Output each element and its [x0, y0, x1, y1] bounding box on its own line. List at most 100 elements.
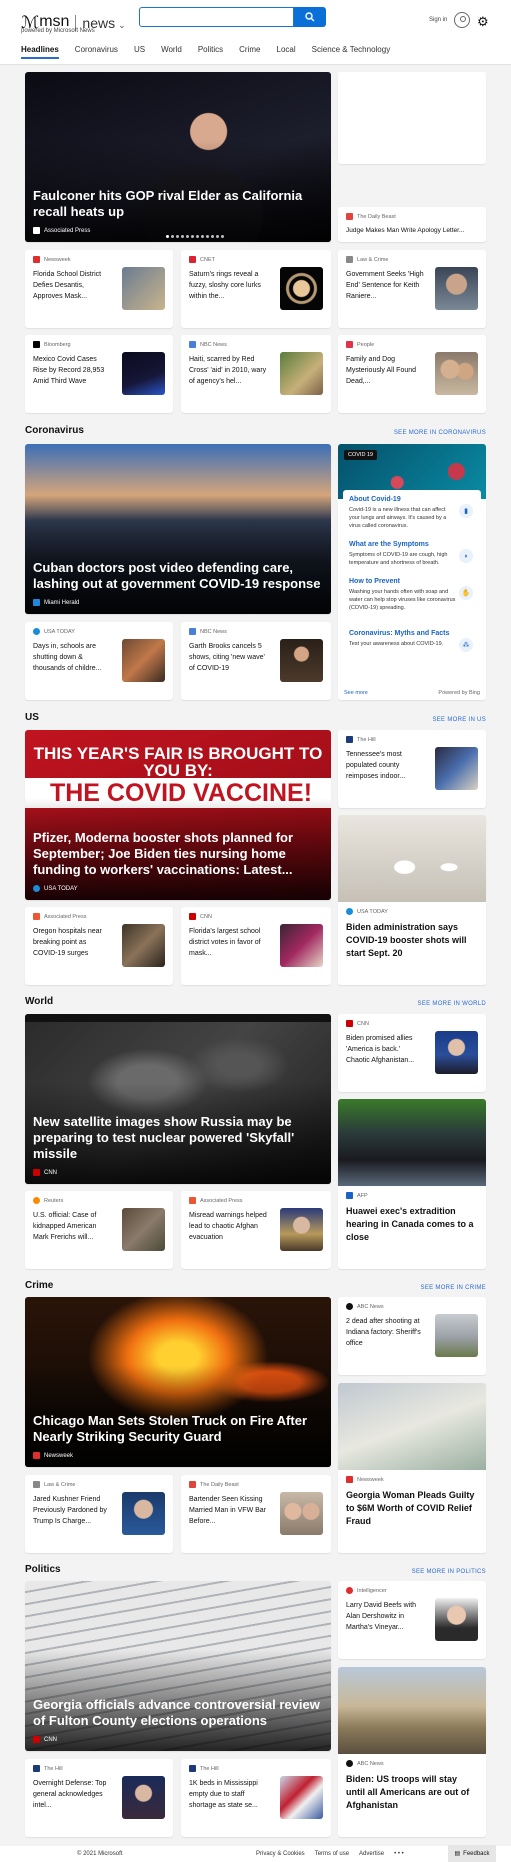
tab-us[interactable]: US	[134, 45, 145, 59]
story-title[interactable]: Larry David Beefs with Alan Dershowitz i…	[346, 1600, 424, 1633]
story-card[interactable]: Associated Press Oregon hospitals near b…	[25, 907, 173, 985]
story-title[interactable]: Saturn's rings reveal a fuzzy, sloshy co…	[189, 269, 267, 302]
story-title[interactable]: Biden: US troops will stay until all Ame…	[346, 1773, 478, 1812]
see-more-link[interactable]: SEE MORE IN CORONAVIRUS	[394, 430, 486, 436]
story-card-large[interactable]: Newsweek Georgia Woman Pleads Guilty to …	[338, 1383, 486, 1553]
story-title[interactable]: Mexico Covid Cases Rise by Record 28,953…	[33, 354, 111, 387]
story-title[interactable]: Judge Makes Man Write Apology Letter...	[346, 225, 480, 236]
story-title[interactable]: Haiti, scarred by Red Cross' 'aid' in 20…	[189, 354, 267, 387]
story-title[interactable]: Florida School District Defies Desantis,…	[33, 269, 111, 302]
hero-card[interactable]: Faulconer hits GOP rival Elder as Califo…	[25, 72, 331, 242]
story-source: CNET	[200, 256, 215, 263]
covid-item-prevent[interactable]: How to Prevent Washing your hands often …	[349, 578, 475, 612]
story-card[interactable]: The Hill 1K beds in Mississippi empty du…	[181, 1759, 331, 1837]
story-card-large[interactable]: ABC News Biden: US troops will stay unti…	[338, 1667, 486, 1837]
story-title[interactable]: Days in, schools are shutting down & tho…	[33, 641, 111, 674]
hero-title[interactable]: Pfizer, Moderna booster shots planned fo…	[33, 830, 323, 878]
story-card[interactable]: The Daily Beast Bartender Seen Kissing M…	[181, 1475, 331, 1553]
story-card[interactable]: NBC News Garth Brooks cancels 5 shows, c…	[181, 622, 331, 700]
story-card[interactable]: Newsweek Florida School District Defies …	[25, 250, 173, 328]
story-title[interactable]: Jared Kushner Friend Previously Pardoned…	[33, 1494, 111, 1527]
story-card[interactable]: CNN Biden promised allies 'America is ba…	[338, 1014, 486, 1092]
tab-politics[interactable]: Politics	[198, 45, 223, 59]
see-more-link[interactable]: SEE MORE IN WORLD	[418, 1001, 486, 1007]
story-card[interactable]: People Family and Dog Mysteriously All F…	[338, 335, 486, 413]
hero-title[interactable]: Georgia officials advance controversial …	[33, 1697, 323, 1729]
carousel-dots[interactable]	[166, 235, 226, 238]
footer-link-terms[interactable]: Terms of use	[315, 1851, 349, 1857]
story-card[interactable]: The Hill Tennessee's most populated coun…	[338, 730, 486, 808]
hero-card[interactable]: Georgia officials advance controversial …	[25, 1581, 331, 1751]
story-card[interactable]: Intelligencer Larry David Beefs with Ala…	[338, 1581, 486, 1659]
hero-card[interactable]: THIS YEAR'S FAIR IS BROUGHT TO YOU BY: T…	[25, 730, 331, 900]
story-card-large[interactable]: AFP Huawei exec's extradition hearing in…	[338, 1099, 486, 1269]
story-title[interactable]: 1K beds in Mississippi empty due to staf…	[189, 1778, 267, 1811]
footer-more-menu[interactable]: • • •	[394, 1851, 404, 1857]
story-title[interactable]: Biden administration says COVID-19 boost…	[346, 921, 478, 960]
story-title[interactable]: Bartender Seen Kissing Married Man in VF…	[189, 1494, 267, 1527]
see-more-link[interactable]: SEE MORE IN POLITICS	[412, 1569, 486, 1575]
story-card[interactable]: NBC News Haiti, scarred by Red Cross' 'a…	[181, 335, 331, 413]
story-title[interactable]: Tennessee's most populated county reimpo…	[346, 749, 424, 782]
hero-title[interactable]: Cuban doctors post video defending care,…	[33, 560, 323, 592]
story-title[interactable]: Oregon hospitals near breaking point as …	[33, 926, 111, 959]
feedback-button[interactable]: ▤ Feedback	[448, 1845, 496, 1862]
story-card[interactable]: Reuters U.S. official: Case of kidnapped…	[25, 1191, 173, 1269]
covid-item-myths[interactable]: Coronavirus: Myths and Facts Test your a…	[349, 630, 475, 652]
story-card[interactable]: Associated Press Misread warnings helped…	[181, 1191, 331, 1269]
story-card[interactable]: CNN Florida's largest school district vo…	[181, 907, 331, 985]
story-card[interactable]: The Hill Overnight Defense: Top general …	[25, 1759, 173, 1837]
tab-world[interactable]: World	[161, 45, 182, 59]
chevron-down-icon[interactable]: ⌄	[118, 20, 126, 31]
story-thumbnail	[280, 924, 323, 967]
tab-local[interactable]: Local	[277, 45, 296, 59]
covid-item-about[interactable]: About Covid-19 Covid-19 is a new illness…	[349, 496, 475, 530]
story-card[interactable]: Bloomberg Mexico Covid Cases Rise by Rec…	[25, 335, 173, 413]
hero-source: Miami Herald	[44, 599, 80, 606]
hero-title[interactable]: New satellite images show Russia may be …	[33, 1114, 323, 1162]
tab-crime[interactable]: Crime	[239, 45, 260, 59]
story-card-large[interactable]: USA TODAY Biden administration says COVI…	[338, 815, 486, 985]
story-card[interactable]: Law & Crime Government Seeks 'High End' …	[338, 250, 486, 328]
story-card[interactable]: Law & Crime Jared Kushner Friend Previou…	[25, 1475, 173, 1553]
hero-title[interactable]: Chicago Man Sets Stolen Truck on Fire Af…	[33, 1413, 323, 1445]
search-button[interactable]	[294, 7, 326, 27]
side-story-card[interactable]: The Daily Beast Judge Makes Man Write Ap…	[338, 207, 486, 242]
tab-headlines[interactable]: Headlines	[21, 45, 59, 59]
story-card[interactable]: CNET Saturn's rings reveal a fuzzy, slos…	[181, 250, 331, 328]
hero-title[interactable]: Faulconer hits GOP rival Elder as Califo…	[33, 188, 323, 220]
gear-icon[interactable]: ⚙	[477, 14, 489, 30]
hero-card[interactable]: Chicago Man Sets Stolen Truck on Fire Af…	[25, 1297, 331, 1467]
story-title[interactable]: Huawei exec's extradition hearing in Can…	[346, 1205, 478, 1244]
sign-in-link[interactable]: Sign in	[429, 17, 447, 23]
tab-coronavirus[interactable]: Coronavirus	[75, 45, 118, 59]
see-more-link[interactable]: SEE MORE IN US	[432, 717, 486, 723]
story-card[interactable]: USA TODAY Days in, schools are shutting …	[25, 622, 173, 700]
covid-see-more-link[interactable]: See more	[344, 690, 368, 696]
story-title[interactable]: Georgia Woman Pleads Guilty to $6M Worth…	[346, 1489, 478, 1528]
covid-item-heading: What are the Symptoms	[349, 541, 429, 548]
story-title[interactable]: Garth Brooks cancels 5 shows, citing 'ne…	[189, 641, 267, 674]
story-title[interactable]: U.S. official: Case of kidnapped America…	[33, 1210, 111, 1243]
story-source: People	[357, 341, 375, 348]
story-title[interactable]: Government Seeks 'High End' Sentence for…	[346, 269, 424, 302]
hero-card[interactable]: Cuban doctors post video defending care,…	[25, 444, 331, 614]
see-more-link[interactable]: SEE MORE IN CRIME	[421, 1285, 486, 1291]
story-source: AFP	[357, 1192, 368, 1199]
avatar-icon[interactable]	[454, 12, 470, 28]
tab-science[interactable]: Science & Technology	[312, 45, 391, 59]
footer-link-privacy[interactable]: Privacy & Cookies	[256, 1851, 305, 1857]
story-card[interactable]: ABC News 2 dead after shooting at Indian…	[338, 1297, 486, 1375]
story-thumbnail	[435, 267, 478, 310]
story-title[interactable]: Misread warnings helped lead to chaotic …	[189, 1210, 267, 1243]
covid-item-symptoms[interactable]: What are the Symptoms Symptoms of COVID-…	[349, 541, 475, 567]
story-title[interactable]: Biden promised allies 'America is back.'…	[346, 1033, 424, 1066]
story-source: Newsweek	[44, 256, 71, 263]
story-title[interactable]: Florida's largest school district votes …	[189, 926, 267, 959]
hero-card[interactable]: New satellite images show Russia may be …	[25, 1014, 331, 1184]
story-title[interactable]: 2 dead after shooting at Indiana factory…	[346, 1316, 424, 1349]
story-title[interactable]: Overnight Defense: Top general acknowled…	[33, 1778, 111, 1811]
search-input[interactable]	[139, 7, 294, 27]
footer-link-advertise[interactable]: Advertise	[359, 1851, 384, 1857]
story-title[interactable]: Family and Dog Mysteriously All Found De…	[346, 354, 424, 387]
